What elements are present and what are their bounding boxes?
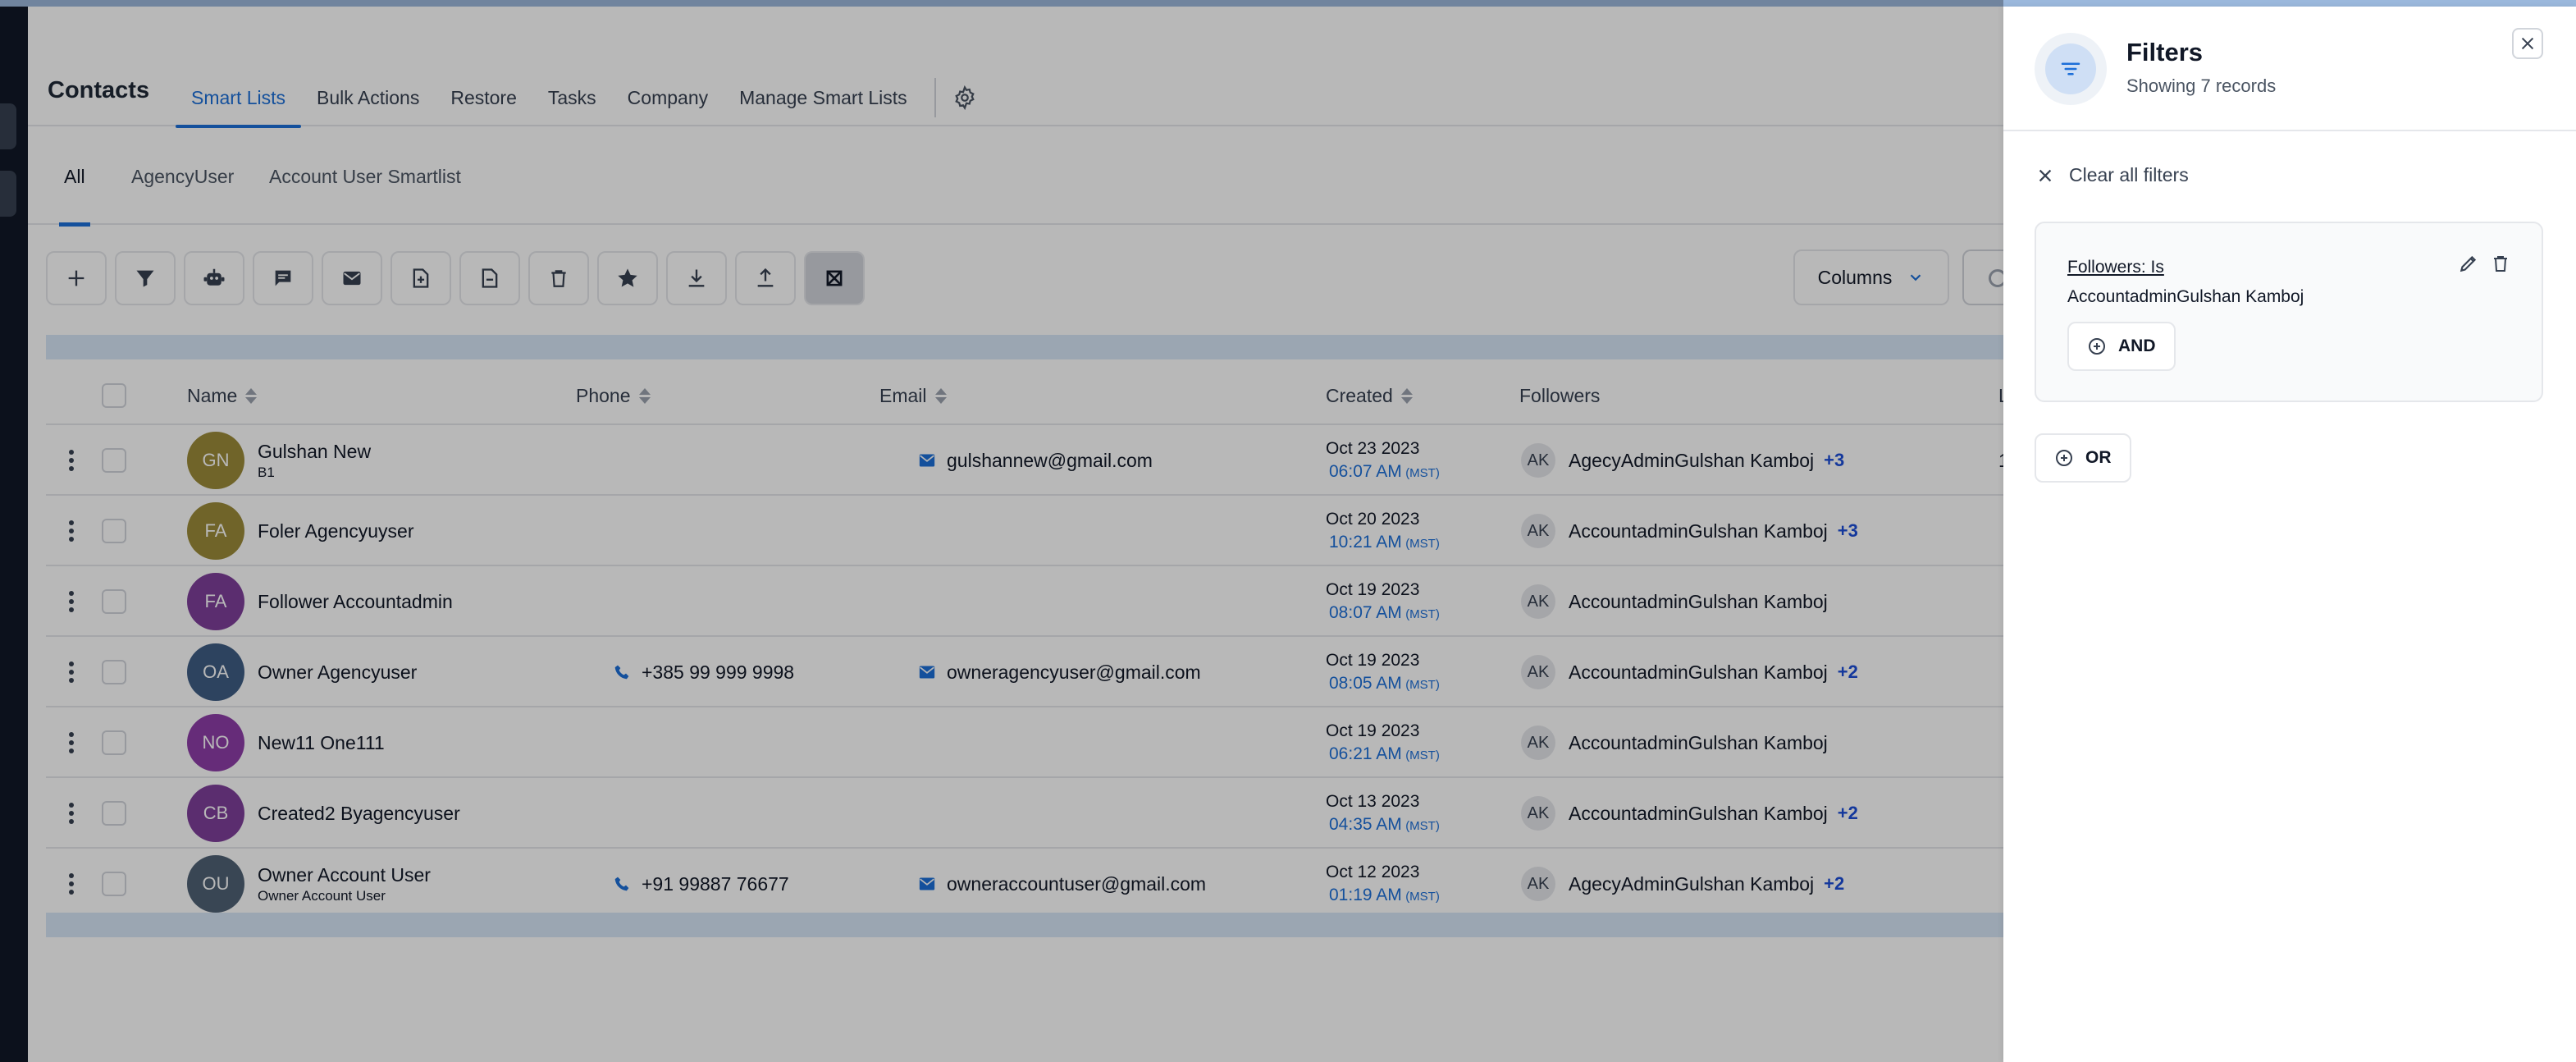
filters-title: Filters [2126,38,2204,66]
close-icon [2039,169,2052,181]
modal-overlay[interactable] [0,0,2003,1062]
add-and-condition-button[interactable]: AND [2067,322,2176,371]
records-count: Showing 7 records [2126,76,2277,96]
filter-group: Followers: Is AccountadminGulshan Kamboj… [2035,222,2543,402]
filters-header: Filters Showing 7 records [2003,7,2576,131]
filter-condition[interactable]: Followers: Is [2067,258,2164,277]
or-label: OR [2085,448,2112,467]
filter-lines-icon [2061,62,2080,76]
clear-all-filters[interactable]: Clear all filters [2036,164,2189,186]
filter-badge [2035,33,2107,105]
trash-icon[interactable] [2491,253,2510,278]
add-or-group-button[interactable]: OR [2035,433,2131,483]
filter-value: AccountadminGulshan Kamboj [2067,287,2304,306]
plus-circle-icon [2056,450,2072,466]
pencil-icon[interactable] [2458,253,2479,278]
filters-panel: Filters Showing 7 records Clear all filt… [2003,7,2576,1062]
and-label: AND [2118,336,2156,355]
close-icon[interactable] [2512,28,2543,59]
plus-circle-icon [2089,338,2105,355]
clear-all-label: Clear all filters [2069,164,2189,185]
